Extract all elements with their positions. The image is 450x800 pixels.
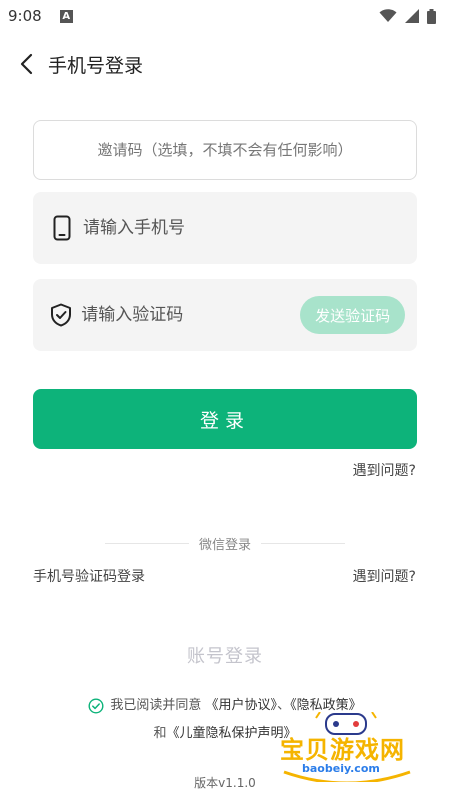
shield-icon-wrap [49,302,73,328]
page-title: 手机号登录 [48,54,144,77]
login-button[interactable]: 登录 [33,389,417,449]
back-button[interactable] [6,44,46,84]
phone-icon [53,215,71,241]
notification-icon: A [59,9,73,23]
problem-link-secondary[interactable]: 遇到问题? [353,566,416,586]
header: 手机号登录 [0,44,450,84]
signal-icon [405,9,419,23]
watermark-brand: 宝贝游戏网 [280,736,405,764]
sms-login-link[interactable]: 手机号验证码登录 [33,566,145,586]
divider-line-left [105,542,189,544]
problem-link[interactable]: 遇到问题? [353,460,416,480]
account-login-link[interactable]: 账号登录 [0,642,450,668]
chevron-left-icon [20,53,33,75]
divider-line-right [261,542,346,544]
send-code-button[interactable]: 发送验证码 [300,296,405,334]
user-agreement-link[interactable]: 《用户协议》 [206,698,278,713]
phone-input[interactable] [83,192,417,264]
invite-code-input[interactable] [34,121,416,179]
status-time: 9:08 [8,7,42,25]
watermark-url: baobeiy.com [302,762,380,775]
status-bar: 9:08 A [0,0,450,32]
wifi-icon [379,9,397,22]
wechat-login-link[interactable]: 微信登录 [199,534,251,553]
status-icons [379,8,436,24]
privacy-policy-link[interactable]: 《隐私政策》 [290,698,362,713]
shield-icon [51,303,72,327]
agreement-separator: 、 [277,698,291,713]
agreement-and: 和 [153,726,167,741]
invite-code-field [33,120,417,180]
phone-icon-wrap [49,215,75,241]
verification-code-field: 发送验证码 [33,279,417,351]
check-circle-icon[interactable] [88,697,104,714]
battery-icon [427,8,436,24]
phone-field [33,192,417,264]
wechat-login-divider: 微信登录 [105,534,346,553]
agreement-prefix: 我已阅读并同意 [110,698,202,713]
watermark: 宝贝游戏网 baobeiy.com [272,712,422,782]
verification-code-input[interactable] [81,279,301,351]
